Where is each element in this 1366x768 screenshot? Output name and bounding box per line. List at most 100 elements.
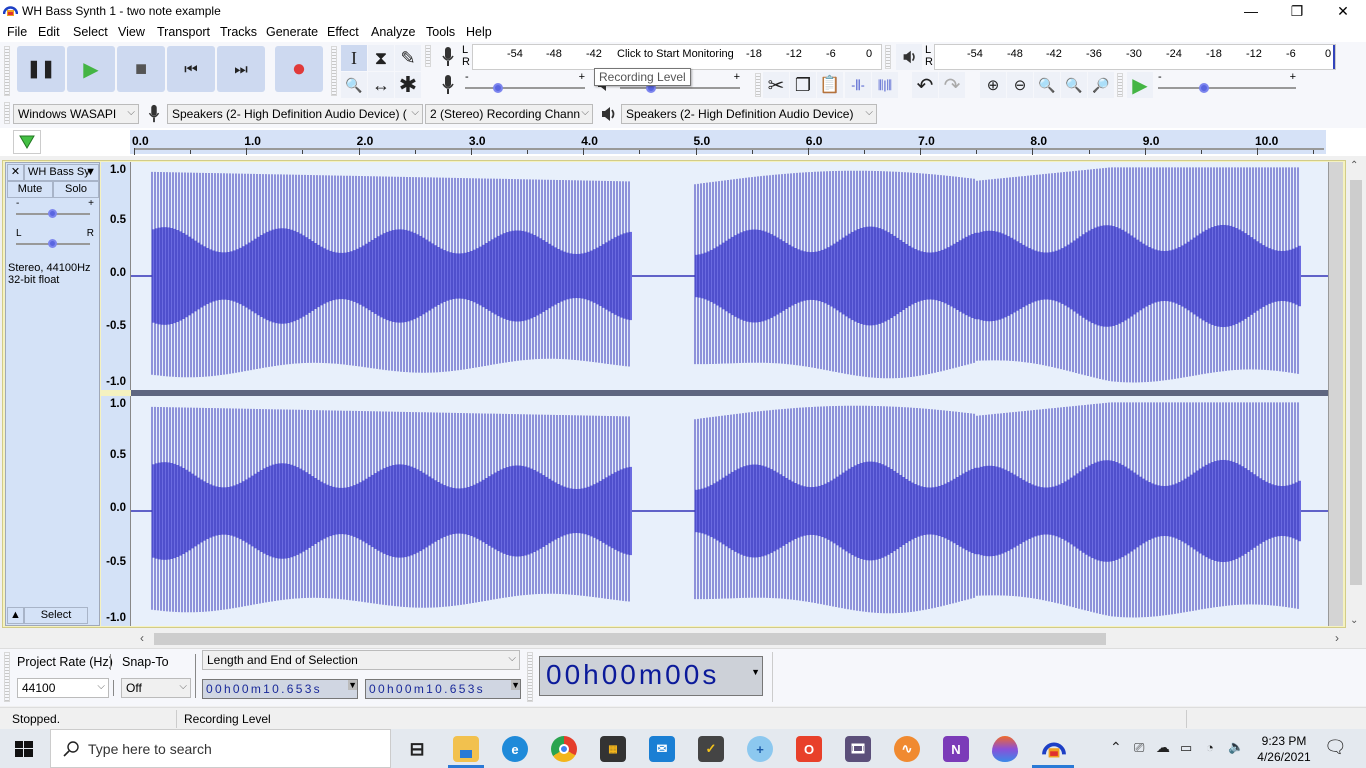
fit-project-button[interactable]: 🔍 (1061, 72, 1087, 98)
amplitude-ruler[interactable]: 1.0 0.5 0.0 -0.5 -1.0 (101, 162, 131, 390)
horizontal-scrollbar[interactable]: ‹ › (140, 631, 1346, 647)
zoom-in-button[interactable]: ⊕ (980, 72, 1006, 98)
record-button[interactable]: ● (275, 46, 323, 92)
office-icon[interactable]: O (796, 736, 822, 762)
menu-analyze[interactable]: Analyze (371, 25, 415, 39)
microphone-icon[interactable] (440, 46, 456, 68)
recording-channels-select[interactable]: 2 (Stereo) Recording Chann ⌵ (425, 104, 593, 124)
menu-tracks[interactable]: Tracks (220, 25, 257, 39)
draw-tool-button[interactable]: ✎ (395, 45, 421, 71)
track-close-button[interactable]: ✕ (7, 164, 24, 181)
playback-meter[interactable]: -54 -48 -42 -36 -30 -24 -18 -12 -6 0 (934, 44, 1336, 70)
taskbar-search[interactable]: Type here to search (50, 729, 391, 768)
edge-icon[interactable]: e (502, 736, 528, 762)
menu-file[interactable]: File (7, 25, 27, 39)
gain-slider[interactable]: - + (16, 198, 94, 219)
notifications-icon[interactable]: 🗨 (1324, 737, 1347, 758)
pin-playhead-button[interactable] (13, 130, 41, 154)
zoom-toggle-button[interactable]: 🔎 (1088, 72, 1114, 98)
pause-button[interactable]: ❚❚ (17, 46, 65, 92)
vertical-scrollbar[interactable]: ⌃ ⌄ (1348, 160, 1364, 630)
play-at-speed-button[interactable]: ▶ (1127, 72, 1153, 98)
mail-icon[interactable]: ✉ (649, 736, 675, 762)
cut-button[interactable]: ✂ (763, 72, 789, 98)
onenote-icon[interactable]: N (943, 736, 969, 762)
toolbar-grip[interactable] (4, 102, 10, 124)
onedrive-icon[interactable]: ☁ (1156, 739, 1170, 756)
zoom-out-button[interactable]: ⊖ (1007, 72, 1033, 98)
pan-slider[interactable]: L R (16, 228, 94, 249)
movie-maker-icon[interactable]: 🎞 (845, 736, 871, 762)
scroll-left-icon[interactable]: ‹ (140, 631, 144, 645)
mute-button[interactable]: Mute (7, 181, 53, 198)
recording-device-select[interactable]: Speakers (2- High Definition Audio Devic… (167, 104, 423, 124)
fit-selection-button[interactable]: 🔍 (1034, 72, 1060, 98)
recording-volume-slider[interactable]: - + (465, 71, 585, 95)
monitoring-prompt[interactable]: Click to Start Monitoring (617, 48, 734, 60)
menu-transport[interactable]: Transport (157, 25, 210, 39)
selection-mode-select[interactable]: Length and End of Selection ⌵ (202, 650, 520, 670)
toolbar-grip[interactable] (425, 45, 431, 67)
slider-thumb[interactable] (48, 239, 57, 248)
scroll-down-icon[interactable]: ⌄ (1350, 615, 1358, 626)
select-track-button[interactable]: Select (24, 607, 88, 624)
scroll-right-icon[interactable]: › (1335, 631, 1339, 645)
copy-button[interactable]: ❐ (790, 72, 816, 98)
restore-button[interactable]: ❐ (1274, 0, 1320, 22)
store-icon[interactable]: ▦ (600, 736, 626, 762)
solo-button[interactable]: Solo (53, 181, 99, 198)
silence-audio-button[interactable]: ⫼|⫼ (872, 72, 898, 98)
wifi-icon[interactable]: ◔ (1206, 740, 1214, 755)
menu-help[interactable]: Help (466, 25, 492, 39)
slider-thumb[interactable] (493, 83, 503, 93)
trim-audio-button[interactable]: -⫼- (845, 72, 871, 98)
envelope-tool-button[interactable]: ⧗ (368, 45, 394, 71)
menu-edit[interactable]: Edit (38, 25, 60, 39)
magnifier-app-icon[interactable]: + (747, 736, 773, 762)
snap-to-select[interactable]: Off ⌵ (121, 678, 191, 698)
redo-button[interactable]: ↷ (939, 72, 965, 98)
menu-tools[interactable]: Tools (426, 25, 455, 39)
skip-to-end-button[interactable]: ⏭ (217, 46, 265, 92)
undo-button[interactable]: ↶ (912, 72, 938, 98)
battery-icon[interactable]: ▭ (1180, 740, 1192, 756)
paint-icon[interactable] (992, 736, 1018, 762)
amplitude-ruler[interactable]: 1.0 0.5 0.0 -0.5 -1.0 (101, 396, 131, 626)
scroll-thumb[interactable] (154, 633, 1106, 645)
wavepad-icon[interactable]: ∿ (894, 736, 920, 762)
minimize-button[interactable]: — (1228, 0, 1274, 22)
channel-divider[interactable] (131, 390, 1343, 396)
scroll-up-icon[interactable]: ⌃ (1350, 160, 1358, 171)
volume-icon[interactable]: 🔈 (1228, 739, 1244, 755)
track-name-menu[interactable]: WH Bass Sy ▼ (24, 164, 99, 181)
menu-generate[interactable]: Generate (266, 25, 318, 39)
menu-view[interactable]: View (118, 25, 145, 39)
selection-end-field[interactable]: 00h00m10.653s ▼ (365, 679, 521, 699)
toolbar-grip[interactable] (755, 73, 761, 97)
selection-length-field[interactable]: 00h00m10.653s ▼ (202, 679, 358, 699)
meet-now-icon[interactable]: ⎚ (1134, 740, 1144, 756)
paste-button[interactable]: 📋 (817, 72, 843, 98)
toolbar-grip[interactable] (1117, 73, 1123, 97)
collapse-track-button[interactable]: ▲ (7, 607, 24, 624)
stop-button[interactable]: ■ (117, 46, 165, 92)
playback-meter-button[interactable] (896, 44, 922, 70)
toolbar-grip[interactable] (331, 46, 337, 96)
windows-start-icon[interactable] (15, 741, 33, 757)
slider-thumb[interactable] (48, 209, 57, 218)
skip-to-start-button[interactable]: ⏮ (167, 46, 215, 92)
playback-device-select[interactable]: Speakers (2- High Definition Audio Devic… (621, 104, 877, 124)
toolbar-grip[interactable] (527, 652, 533, 702)
selection-tool-button[interactable]: I (341, 45, 367, 71)
show-hidden-icons[interactable]: ⌃ (1110, 739, 1122, 756)
toolbar-grip[interactable] (885, 45, 891, 69)
task-view-icon[interactable]: ⊟ (404, 736, 430, 762)
multi-tool-button[interactable]: ✱ (395, 72, 421, 98)
play-button[interactable]: ▶ (67, 46, 115, 92)
file-explorer-icon[interactable] (453, 736, 479, 762)
audacity-taskbar-icon[interactable] (1041, 736, 1067, 762)
toolbar-grip[interactable] (4, 46, 10, 96)
clock[interactable]: 9:23 PM 4/26/2021 (1254, 733, 1314, 765)
menu-select[interactable]: Select (73, 25, 108, 39)
track-control-panel[interactable]: ✕ WH Bass Sy ▼ Mute Solo - + L R Stereo, … (5, 162, 100, 626)
